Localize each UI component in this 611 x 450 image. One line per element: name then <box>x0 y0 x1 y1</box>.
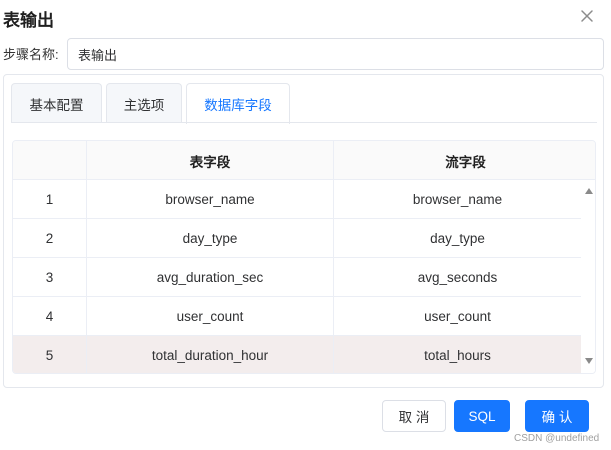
table-body: 1 browser_name browser_name 2 day_type d… <box>13 180 581 373</box>
dialog-title: 表输出 <box>3 11 54 30</box>
scroll-down-arrow-icon[interactable] <box>585 358 593 364</box>
sql-button[interactable]: SQL <box>454 400 510 432</box>
column-header-table-field[interactable]: 表字段 <box>87 141 334 180</box>
table-output-dialog: 表输出 步骤名称: 基本配置 主选项 数据库字段 表字段 流字段 <box>0 0 611 450</box>
table-field-cell[interactable]: avg_duration_sec <box>87 258 334 297</box>
tab-divider <box>11 122 597 123</box>
table-field-cell[interactable]: day_type <box>87 219 334 258</box>
row-index: 1 <box>13 180 87 219</box>
vertical-scrollbar[interactable] <box>581 180 595 373</box>
tab-panel: 基本配置 主选项 数据库字段 表字段 流字段 1 browser_name br… <box>3 74 604 388</box>
stream-field-cell[interactable]: day_type <box>334 219 581 258</box>
stream-field-cell[interactable]: total_hours <box>334 336 581 373</box>
table-row[interactable]: 3 avg_duration_sec avg_seconds <box>13 258 581 297</box>
stream-field-cell[interactable]: user_count <box>334 297 581 336</box>
scroll-up-arrow-icon[interactable] <box>585 188 593 194</box>
tab-label: 数据库字段 <box>204 98 272 113</box>
tab-label: 基本配置 <box>29 97 84 113</box>
tab-label: 主选项 <box>123 97 165 113</box>
table-row-selected[interactable]: 5 total_duration_hour total_hours <box>13 336 581 373</box>
table-header: 表字段 流字段 <box>13 141 595 180</box>
step-name-input[interactable] <box>67 38 604 70</box>
stream-field-cell[interactable]: avg_seconds <box>334 258 581 297</box>
confirm-button[interactable]: 确 认 <box>525 400 589 432</box>
step-name-label: 步骤名称: <box>3 47 59 62</box>
table-row[interactable]: 1 browser_name browser_name <box>13 180 581 219</box>
cancel-button[interactable]: 取 消 <box>382 400 446 432</box>
close-icon-glyph <box>581 10 593 22</box>
tab-db-fields[interactable]: 数据库字段 <box>186 83 290 124</box>
stream-field-cell[interactable]: browser_name <box>334 180 581 219</box>
column-header-stream-field[interactable]: 流字段 <box>334 141 595 180</box>
table-field-cell[interactable]: user_count <box>87 297 334 336</box>
tab-main-options[interactable]: 主选项 <box>106 83 182 123</box>
row-index: 4 <box>13 297 87 336</box>
table-field-cell[interactable]: total_duration_hour <box>87 336 334 373</box>
table-field-cell[interactable]: browser_name <box>87 180 334 219</box>
table-row[interactable]: 2 day_type day_type <box>13 219 581 258</box>
column-header-index <box>13 141 87 180</box>
field-mapping-table: 表字段 流字段 1 browser_name browser_name 2 da… <box>12 140 596 374</box>
close-icon[interactable] <box>578 7 596 25</box>
tab-basic-config[interactable]: 基本配置 <box>11 83 102 123</box>
row-index: 2 <box>13 219 87 258</box>
table-row[interactable]: 4 user_count user_count <box>13 297 581 336</box>
row-index: 3 <box>13 258 87 297</box>
row-index: 5 <box>13 336 87 373</box>
watermark: CSDN @undefined <box>514 433 600 444</box>
